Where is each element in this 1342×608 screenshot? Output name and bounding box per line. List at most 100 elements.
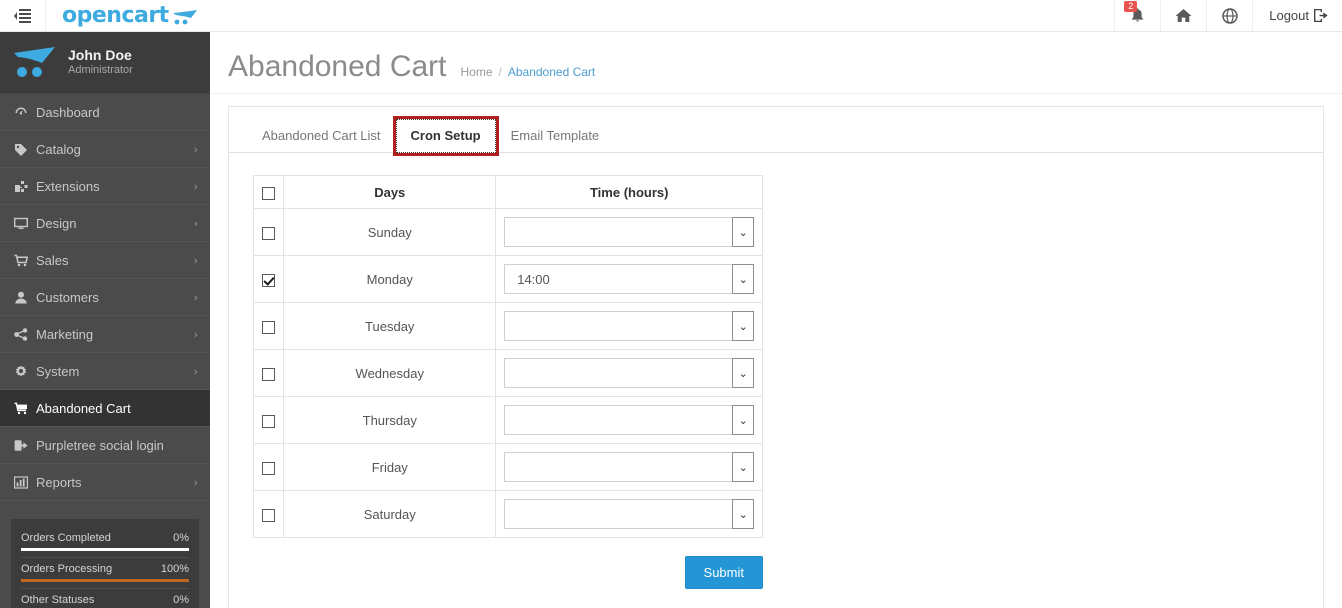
sidebar-item-label: Catalog (36, 141, 81, 157)
header-left-group: opencart (0, 0, 216, 31)
logout-button[interactable]: Logout (1252, 0, 1342, 31)
table-row: Sunday ⌄ (252, 208, 763, 256)
time-select-cell: 14:00 ⌄ (495, 255, 763, 303)
stat-label: Other Statuses (21, 594, 95, 606)
sidebar-item-label: Marketing (36, 326, 94, 342)
chevron-right-icon: › (193, 253, 198, 267)
sidebar-item-system[interactable]: System › (0, 353, 210, 390)
day-name-cell: Thursday (283, 396, 497, 444)
time-select[interactable]: ⌄ (504, 452, 755, 482)
day-checkbox[interactable] (262, 461, 276, 475)
sidebar-profile[interactable]: John Doe Administrator (0, 32, 210, 94)
time-select[interactable]: ⌄ (504, 311, 755, 341)
sidebar-item-design[interactable]: Design › (0, 205, 210, 242)
day-checkbox[interactable] (262, 320, 276, 334)
stat-row: Other Statuses 0% (21, 589, 189, 608)
globe-icon (1221, 7, 1238, 24)
days-column-header: Days (283, 175, 497, 209)
day-checkbox[interactable] (262, 508, 276, 522)
share-icon (14, 327, 36, 341)
sidebar-item-reports[interactable]: Reports › (0, 464, 210, 501)
time-column-header: Time (hours) (495, 175, 763, 209)
sidebar-item-label: Purpletree social login (36, 437, 164, 453)
tab-abandoned-cart-list[interactable]: Abandoned Cart List (247, 119, 396, 153)
sidebar-item-label: System (36, 363, 80, 379)
stat-row: Orders Processing 100% (21, 558, 189, 582)
time-select-cell: ⌄ (495, 208, 763, 256)
sidebar-nav-list: Dashboard Catalog › Extensions › Design › Sales… (0, 94, 210, 501)
chevron-right-icon: › (193, 475, 198, 489)
stat-header: Other Statuses 0% (21, 594, 189, 608)
chevron-down-icon: ⌄ (732, 311, 755, 341)
tab-cron-setup[interactable]: Cron Setup (392, 116, 499, 156)
row-select-cell (252, 349, 285, 397)
profile-name: John Doe (68, 46, 132, 63)
day-checkbox[interactable] (262, 414, 276, 428)
sidebar-stats-panel: Orders Completed 0% Orders Processing 100% O… (11, 519, 199, 608)
cron-setup-panel: Days Time (hours) Sunday ⌄ Monday 14:00 ⌄ Tue… (229, 153, 1323, 589)
row-select-cell (252, 490, 285, 538)
sidebar-item-label: Reports (36, 474, 82, 490)
storefront-button[interactable] (1206, 0, 1252, 31)
header-spacer (216, 0, 1115, 31)
page-title: Abandoned Cart (228, 50, 447, 83)
tab-email-template[interactable]: Email Template (496, 119, 615, 153)
chevron-right-icon: › (193, 290, 198, 304)
sidebar-item-dashboard[interactable]: Dashboard (0, 94, 210, 131)
day-checkbox[interactable] (262, 367, 276, 381)
row-select-cell (252, 302, 285, 350)
sidebar-item-marketing[interactable]: Marketing › (0, 316, 210, 353)
opencart-brand-logo[interactable]: opencart (46, 0, 216, 31)
profile-text-group: John Doe Administrator (68, 47, 133, 78)
row-select-cell (252, 396, 285, 444)
sidebar-item-abandoned-cart[interactable]: Abandoned Cart (0, 390, 210, 427)
submit-button[interactable]: Submit (684, 556, 763, 589)
sign-in-icon (14, 439, 36, 452)
breadcrumb-current[interactable]: Abandoned Cart (508, 65, 595, 79)
gear-icon (14, 365, 36, 378)
cart-swoosh-icon (172, 9, 197, 24)
home-icon (1175, 9, 1192, 22)
chevron-right-icon: › (193, 216, 198, 230)
day-checkbox[interactable] (262, 226, 276, 240)
day-checkbox[interactable] (262, 273, 276, 287)
chevron-down-icon: ⌄ (732, 405, 755, 435)
sidebar-stats-list: Orders Completed 0% Orders Processing 100% O… (21, 527, 189, 608)
user-icon (14, 291, 36, 304)
time-select[interactable]: ⌄ (504, 358, 755, 388)
table-row: Thursday ⌄ (252, 396, 763, 444)
day-name-cell: Tuesday (283, 302, 497, 350)
time-select-value (505, 453, 732, 481)
table-row: Tuesday ⌄ (252, 302, 763, 350)
row-select-cell (252, 255, 285, 303)
time-select-value (505, 218, 732, 246)
bar-chart-icon (14, 475, 36, 489)
time-select[interactable]: ⌄ (504, 499, 755, 529)
stat-progress-bar (21, 548, 189, 551)
sidebar-item-extensions[interactable]: Extensions › (0, 168, 210, 205)
breadcrumb-home[interactable]: Home (461, 65, 493, 79)
stat-header: Orders Processing 100% (21, 563, 189, 579)
tab-bar: Abandoned Cart List Cron Setup Email Templ… (229, 107, 1323, 156)
sidebar-item-sales[interactable]: Sales › (0, 242, 210, 279)
breadcrumb-separator: / (498, 65, 502, 79)
content-card: Abandoned Cart List Cron Setup Email Templ… (228, 106, 1324, 608)
time-select[interactable]: ⌄ (504, 405, 755, 435)
stat-header: Orders Completed 0% (21, 532, 189, 548)
time-select[interactable]: ⌄ (504, 217, 755, 247)
sidebar-item-purpletree-social-login[interactable]: Purpletree social login (0, 427, 210, 464)
notifications-button[interactable]: 2 (1114, 0, 1160, 31)
time-select[interactable]: 14:00 ⌄ (504, 264, 755, 294)
stat-value: 0% (173, 532, 189, 544)
hamburger-menu-icon[interactable] (0, 0, 46, 31)
dashboard-icon (14, 106, 36, 119)
sidebar-item-label: Extensions (36, 178, 100, 194)
notification-count-badge: 2 (1124, 1, 1138, 12)
sidebar-item-customers[interactable]: Customers › (0, 279, 210, 316)
select-all-checkbox[interactable] (262, 186, 276, 200)
stat-progress-fill (21, 548, 189, 551)
main-content: Abandoned Cart Home / Abandoned Cart Aba… (210, 32, 1342, 608)
select-all-header-cell (252, 175, 285, 209)
sidebar-item-catalog[interactable]: Catalog › (0, 131, 210, 168)
home-button[interactable] (1160, 0, 1206, 31)
